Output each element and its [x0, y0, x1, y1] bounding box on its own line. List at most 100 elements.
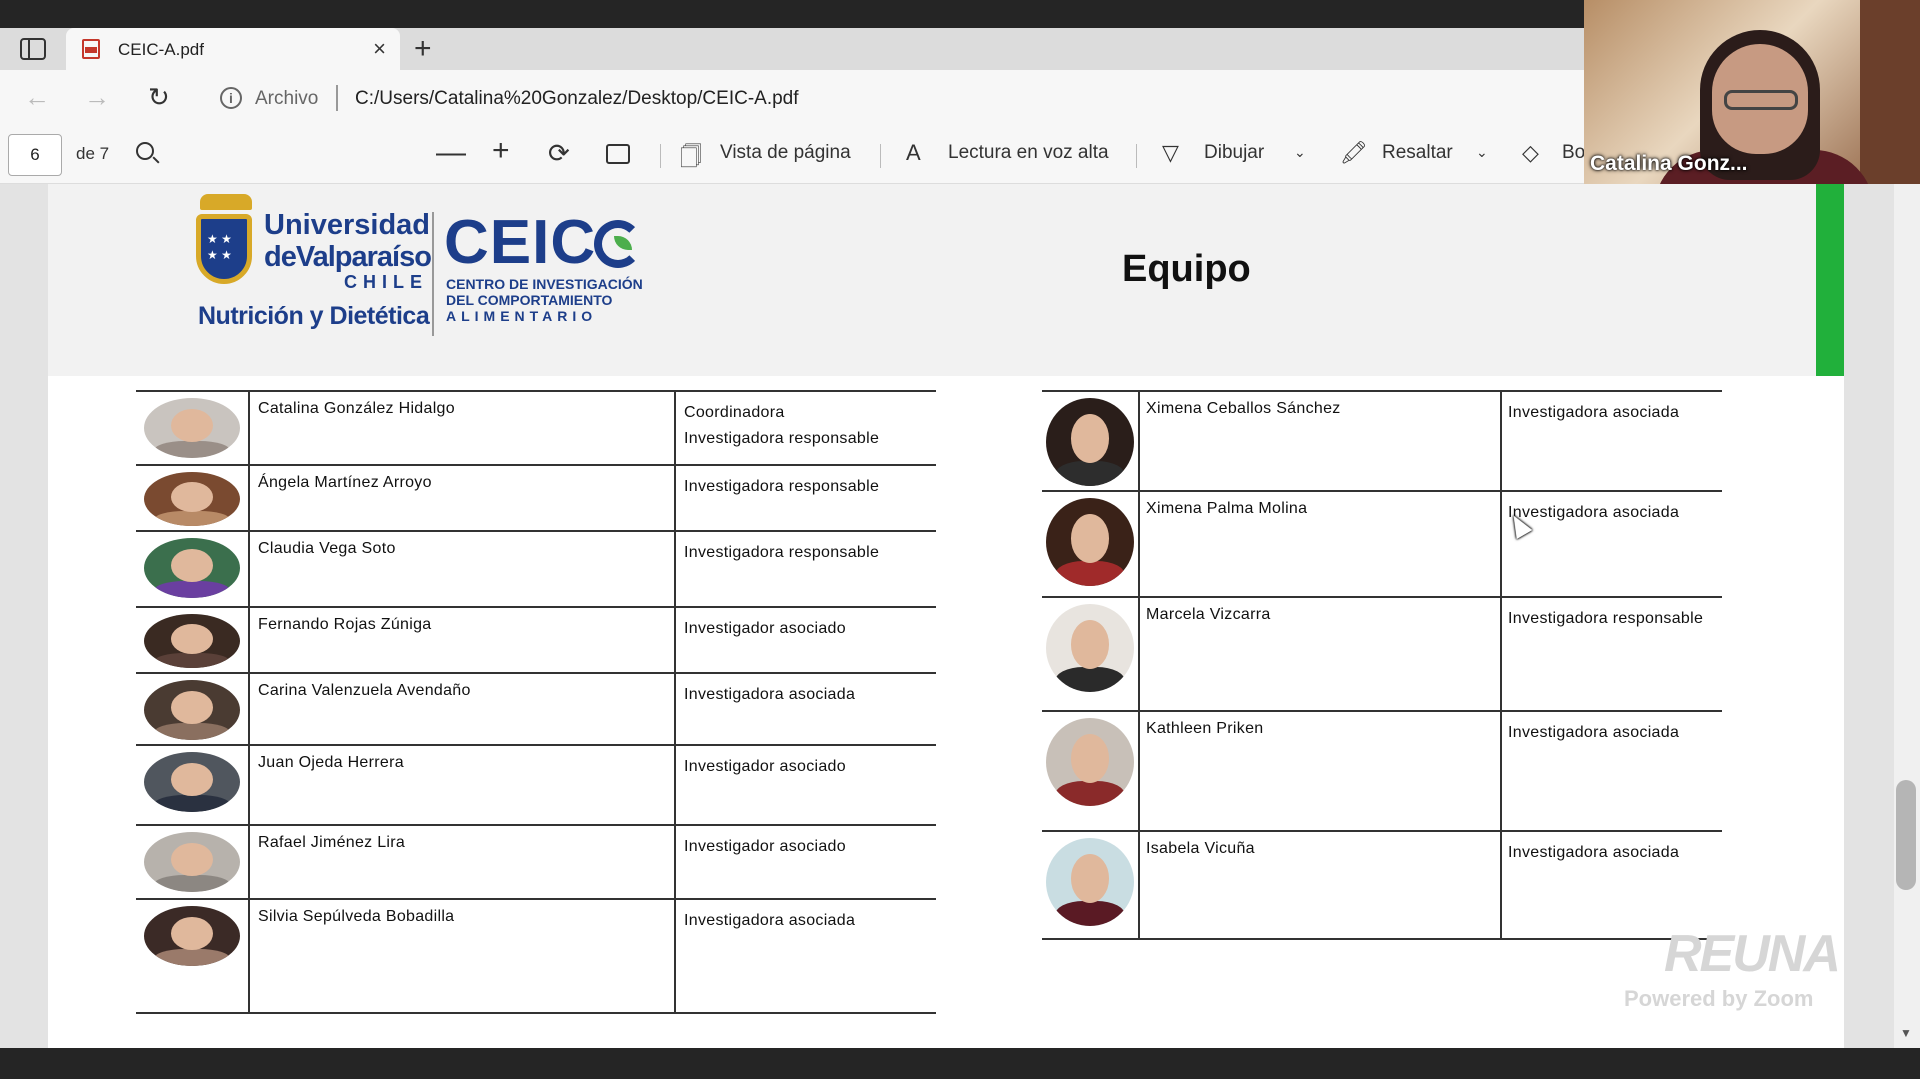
pdf-page: Universidad deValparaíso CHILE Nutrición… — [48, 184, 1844, 1048]
uv-shield-icon — [196, 214, 252, 284]
member-role: Investigadora asociada — [1508, 840, 1679, 866]
toolbar-divider — [660, 144, 661, 168]
table-row: Catalina González Hidalgo Coordinadora Inv… — [136, 390, 936, 466]
member-photo — [144, 906, 240, 966]
erase-button[interactable]: Bo — [1562, 142, 1585, 164]
address-bar: ← → ↻ i Archivo C:/Users/Catalina%20Gonz… — [0, 70, 1584, 126]
zoom-in-button[interactable]: + — [492, 134, 510, 168]
url-field[interactable]: C:/Users/Catalina%20Gonzalez/Desktop/CEI… — [355, 88, 799, 110]
table-column-divider — [1500, 390, 1502, 940]
member-role-line: Investigadora responsable — [684, 478, 880, 495]
member-name: Isabela Vicuña — [1146, 840, 1255, 857]
photo-body — [1054, 561, 1126, 586]
photo-body — [1054, 901, 1126, 926]
photo-face — [170, 762, 214, 797]
member-name: Silvia Sepúlveda Bobadilla — [258, 908, 455, 925]
member-role-line: Coordinadora — [684, 404, 785, 421]
member-role: Investigadora asociada — [1508, 500, 1679, 526]
participant-name: Catalina Gonz... — [1590, 152, 1748, 175]
photo-body — [153, 441, 231, 458]
photo-face — [170, 623, 214, 654]
member-role: Investigador asociado — [684, 754, 846, 780]
photo-body — [1054, 781, 1126, 806]
page-view-button[interactable]: Vista de página — [720, 142, 851, 164]
back-arrow-icon[interactable]: ← — [24, 82, 50, 113]
chevron-down-icon[interactable]: ⌄ — [1476, 144, 1488, 161]
fit-page-icon[interactable] — [606, 144, 630, 164]
table-row: Ángela Martínez Arroyo Investigadora resp… — [136, 466, 936, 532]
reload-icon[interactable]: ↻ — [148, 82, 170, 113]
close-icon[interactable]: × — [373, 36, 386, 62]
logo-divider — [432, 212, 434, 336]
watermark-powered: Powered by Zoom — [1624, 986, 1814, 1011]
zoom-out-button[interactable]: — — [436, 136, 466, 170]
scrollbar-thumb[interactable] — [1896, 780, 1916, 890]
read-aloud-button[interactable]: Lectura en voz alta — [948, 142, 1109, 164]
tab-pdf[interactable]: CEIC-A.pdf × — [66, 28, 400, 70]
photo-body — [153, 652, 231, 668]
photo-body — [1054, 461, 1126, 486]
uv-logo-line2: deValparaíso — [264, 241, 432, 273]
photo-face — [1070, 733, 1110, 784]
member-name: Juan Ojeda Herrera — [258, 754, 404, 771]
table-column-divider — [1138, 390, 1140, 940]
draw-icon[interactable]: ▽ — [1162, 140, 1179, 166]
member-role-line: Investigador asociado — [684, 758, 846, 775]
forward-arrow-icon[interactable]: → — [84, 82, 110, 113]
watermark-brand: REUNA — [1664, 925, 1841, 983]
photo-face — [170, 548, 214, 583]
vertical-tabs-icon[interactable] — [20, 38, 46, 60]
search-icon[interactable] — [136, 142, 154, 160]
member-role: Investigadora responsable — [684, 540, 879, 566]
photo-face — [170, 842, 214, 877]
member-role-line: Investigadora asociada — [684, 686, 856, 703]
eraser-icon[interactable]: ◇ — [1522, 140, 1539, 166]
uv-logo-line1: Universidad — [264, 209, 430, 241]
scroll-down-arrow[interactable]: ▼ — [1900, 1026, 1912, 1040]
page-view-icon[interactable]: 🗍 — [680, 140, 702, 178]
info-icon[interactable]: i — [220, 87, 242, 109]
uv-logo-country: CHILE — [344, 272, 428, 292]
member-photo — [144, 752, 240, 812]
member-role-line: Investigadora responsable — [684, 430, 880, 447]
page-number-input[interactable]: 6 — [8, 134, 62, 176]
tab-title: CEIC-A.pdf — [118, 40, 204, 59]
member-role: Investigadora responsable — [1508, 606, 1703, 632]
photo-face — [170, 481, 214, 512]
table-row: Claudia Vega Soto Investigadora responsab… — [136, 532, 936, 608]
address-origin[interactable]: Archivo — [255, 88, 318, 110]
uv-logo-faculty: Nutrición y Dietética — [198, 302, 430, 330]
photo-body — [153, 581, 231, 598]
video-person-glasses — [1724, 90, 1798, 110]
read-aloud-icon[interactable]: A — [906, 140, 921, 166]
ceic-logo-sub1: CENTRO DE INVESTIGACIÓN — [446, 276, 643, 292]
member-photo — [144, 398, 240, 458]
ceic-logo-word: CEIC — [444, 208, 597, 277]
member-photo — [144, 472, 240, 526]
member-photo — [1046, 718, 1134, 806]
rotate-icon[interactable]: ⟳ — [548, 138, 570, 169]
window-bottom-strip — [0, 1048, 1920, 1079]
draw-button[interactable]: Dibujar — [1204, 142, 1264, 164]
member-photo — [1046, 838, 1134, 926]
table-row: Isabela Vicuña Investigadora asociada — [1042, 832, 1722, 940]
photo-body — [153, 949, 231, 966]
member-role: Investigadora asociada — [1508, 400, 1679, 426]
member-role-line: Investigadora asociada — [1508, 504, 1680, 521]
member-photo — [144, 832, 240, 892]
highlight-icon[interactable]: 🖍 — [1340, 140, 1368, 166]
member-role-line: Investigadora asociada — [684, 912, 856, 929]
member-role: Investigadora asociada — [684, 908, 855, 934]
pdf-viewport: Universidad deValparaíso CHILE Nutrición… — [0, 184, 1920, 1048]
member-role: Investigador asociado — [684, 834, 846, 860]
participant-video-tile[interactable]: Catalina Gonz... — [1584, 0, 1920, 188]
scrollbar[interactable] — [1894, 184, 1920, 1048]
member-role: Investigador asociado — [684, 616, 846, 642]
new-tab-button[interactable]: + — [414, 32, 432, 66]
member-name: Rafael Jiménez Lira — [258, 834, 406, 851]
ceic-leaf-icon — [594, 220, 642, 268]
highlight-button[interactable]: Resaltar — [1382, 142, 1453, 164]
table-row: Juan Ojeda Herrera Investigador asociado — [136, 746, 936, 826]
member-name: Catalina González Hidalgo — [258, 400, 455, 417]
chevron-down-icon[interactable]: ⌄ — [1294, 144, 1306, 161]
